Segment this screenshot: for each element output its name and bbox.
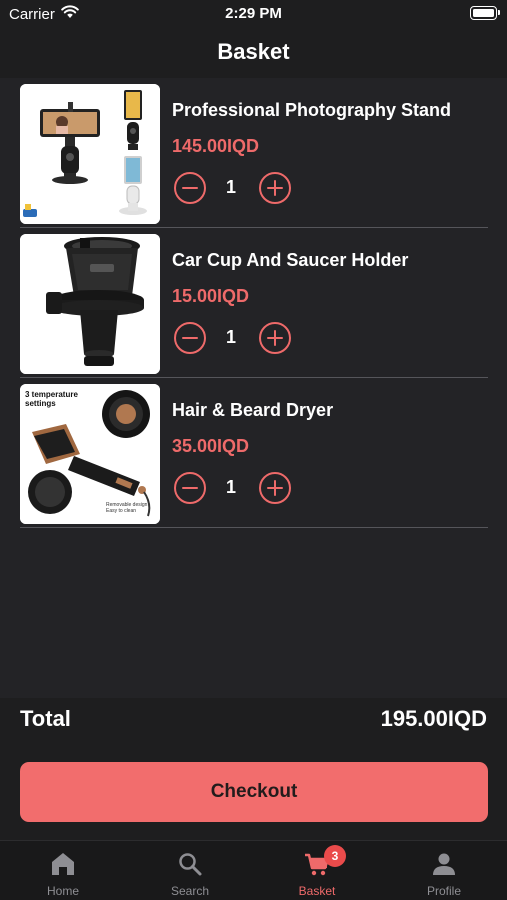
car-cup-holder-icon bbox=[20, 234, 160, 374]
quantity-value: 1 bbox=[225, 477, 236, 497]
quantity-value: 1 bbox=[225, 327, 236, 347]
person-icon bbox=[433, 853, 455, 875]
minus-icon bbox=[182, 336, 198, 339]
tab-profile[interactable]: Profile bbox=[381, 841, 507, 900]
tab-label: Profile bbox=[426, 884, 461, 898]
svg-text:Easy to clean: Easy to clean bbox=[106, 508, 136, 514]
page-title: Basket bbox=[217, 39, 290, 64]
product-price: 145.00IQD bbox=[172, 136, 260, 156]
tab-home[interactable]: Home bbox=[0, 841, 126, 900]
minus-icon bbox=[182, 486, 198, 489]
tab-bar: Home Search 3 Basket Profile bbox=[0, 840, 507, 900]
basket-list: Professional Photography Stand 145.00IQD… bbox=[0, 78, 507, 698]
basket-item[interactable]: Professional Photography Stand 145.00IQD… bbox=[20, 78, 488, 228]
product-price: 35.00IQD bbox=[172, 436, 250, 456]
increase-quantity-button[interactable] bbox=[259, 472, 291, 504]
checkout-button[interactable]: Checkout bbox=[20, 762, 488, 822]
tab-label: Search bbox=[170, 884, 210, 898]
minus-icon bbox=[182, 186, 198, 189]
home-icon bbox=[52, 853, 74, 875]
product-image-caption: 3 temperature settings bbox=[25, 390, 78, 408]
product-image[interactable] bbox=[20, 84, 160, 224]
product-name[interactable]: Hair & Beard Dryer bbox=[172, 400, 333, 421]
basket-item[interactable]: Car Cup And Saucer Holder 15.00IQD 1 bbox=[20, 228, 488, 378]
cart-count-badge: 3 bbox=[324, 845, 346, 867]
product-image[interactable] bbox=[20, 234, 160, 374]
product-name[interactable]: Professional Photography Stand bbox=[172, 100, 451, 121]
total-value: 195.00IQD bbox=[380, 706, 487, 731]
product-price: 15.00IQD bbox=[172, 286, 250, 306]
tab-basket[interactable]: 3 Basket bbox=[254, 841, 380, 900]
status-time: 2:29 PM bbox=[225, 5, 282, 22]
decrease-quantity-button[interactable] bbox=[174, 322, 206, 354]
phone-tripod-stand-icon bbox=[20, 84, 160, 224]
decrease-quantity-button[interactable] bbox=[174, 472, 206, 504]
tab-label: Home bbox=[46, 884, 79, 898]
search-icon bbox=[179, 853, 202, 876]
basket-item[interactable]: Removable design Easy to clean 3 tempera… bbox=[20, 378, 488, 528]
tab-label: Basket bbox=[298, 884, 336, 898]
navigation-bar: Basket bbox=[0, 28, 507, 78]
total-label: Total bbox=[20, 706, 71, 731]
product-image[interactable]: Removable design Easy to clean 3 tempera… bbox=[20, 384, 160, 524]
battery-icon bbox=[470, 6, 500, 20]
increase-quantity-button[interactable] bbox=[259, 322, 291, 354]
product-name[interactable]: Car Cup And Saucer Holder bbox=[172, 250, 408, 271]
quantity-value: 1 bbox=[225, 177, 236, 197]
decrease-quantity-button[interactable] bbox=[174, 172, 206, 204]
tab-search[interactable]: Search bbox=[127, 841, 253, 900]
status-bar: Carrier 2:29 PM bbox=[0, 0, 507, 28]
increase-quantity-button[interactable] bbox=[259, 172, 291, 204]
